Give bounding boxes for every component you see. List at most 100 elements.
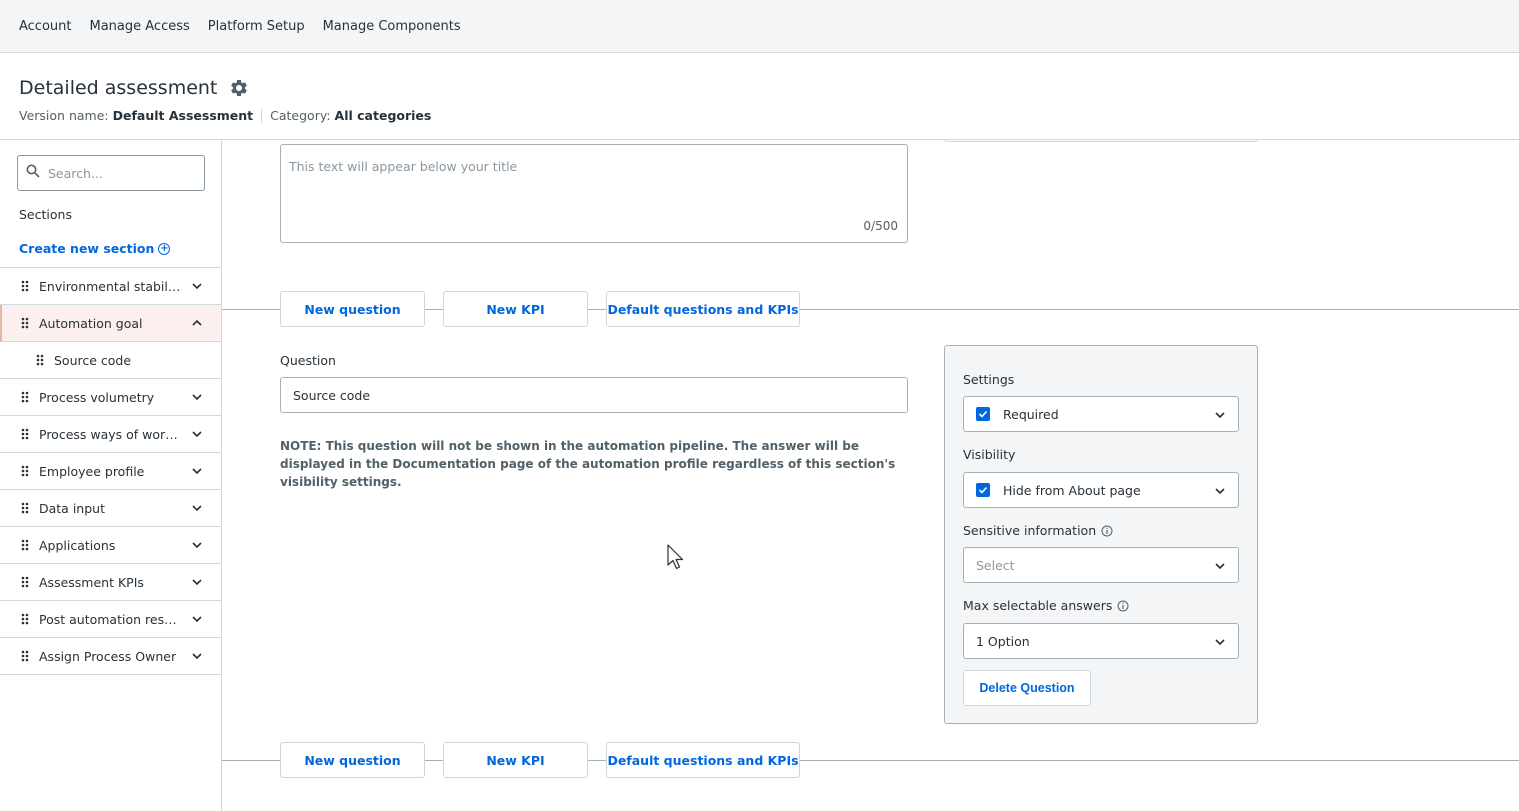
category-value: All categories xyxy=(334,108,432,123)
chevron-down-icon[interactable] xyxy=(191,539,203,551)
category-label: Category: xyxy=(270,108,331,123)
visibility-dropdown[interactable]: Hide from About page xyxy=(963,472,1239,508)
drag-handle-icon[interactable] xyxy=(21,502,29,514)
section-label: Assessment KPIs xyxy=(39,574,144,590)
nav-manage-access[interactable]: Manage Access xyxy=(90,19,190,34)
drag-handle-icon[interactable] xyxy=(21,465,29,477)
required-label: Required xyxy=(1003,406,1059,422)
sensitive-info-placeholder: Select xyxy=(976,557,1015,573)
sections-sidebar: Sections Create new section + Environmen… xyxy=(0,140,222,811)
nav-platform-setup[interactable]: Platform Setup xyxy=(208,19,305,34)
page-title: Detailed assessment xyxy=(19,77,218,99)
drag-handle-icon[interactable] xyxy=(21,613,29,625)
section-item-assign-process-owner[interactable]: Assign Process Owner xyxy=(0,638,221,675)
chevron-up-icon[interactable] xyxy=(191,317,203,329)
checkbox-checked-icon[interactable] xyxy=(976,483,990,497)
meta-divider xyxy=(261,108,263,123)
chevron-down-icon[interactable] xyxy=(191,502,203,514)
sensitive-info-dropdown[interactable]: Select xyxy=(963,547,1239,583)
section-item-applications[interactable]: Applications xyxy=(0,527,221,564)
page-title-row: Detailed assessment xyxy=(19,77,249,99)
chevron-down-icon[interactable] xyxy=(191,576,203,588)
top-navigation: Account Manage Access Platform Setup Man… xyxy=(0,0,1519,53)
drag-handle-icon[interactable] xyxy=(21,317,29,329)
section-label: Assign Process Owner xyxy=(39,648,177,664)
section-label: Environmental stability xyxy=(39,278,181,294)
chevron-down-icon[interactable] xyxy=(191,613,203,625)
meta-row: Version name: Default Assessment Categor… xyxy=(19,108,431,123)
max-answers-dropdown[interactable]: 1 Option xyxy=(963,623,1239,659)
chevron-down-icon[interactable] xyxy=(191,280,203,292)
chevron-down-icon xyxy=(1215,563,1225,570)
drag-handle-icon[interactable] xyxy=(21,280,29,292)
chevron-down-icon xyxy=(1215,488,1225,495)
new-question-button[interactable]: New question xyxy=(280,291,425,327)
sections-label: Sections xyxy=(19,207,72,222)
description-textarea[interactable]: This text will appear below your title 0… xyxy=(280,144,908,243)
new-kpi-button[interactable]: New KPI xyxy=(443,742,588,778)
drag-handle-icon[interactable] xyxy=(21,391,29,403)
sensitive-info-label-row: Sensitive information xyxy=(963,523,1113,538)
question-input[interactable]: Source code xyxy=(280,377,908,413)
default-questions-button[interactable]: Default questions and KPIs xyxy=(606,291,800,327)
section-item-process-ways-of-working[interactable]: Process ways of worki... xyxy=(0,416,221,453)
new-question-button[interactable]: New question xyxy=(280,742,425,778)
section-item-process-volumetry[interactable]: Process volumetry xyxy=(0,379,221,416)
question-note: NOTE: This question will not be shown in… xyxy=(280,439,896,489)
add-actions-row-bottom: New question New KPI Default questions a… xyxy=(222,742,1519,778)
default-questions-button[interactable]: Default questions and KPIs xyxy=(606,742,800,778)
character-count: 0/500 xyxy=(863,219,898,233)
chevron-down-icon[interactable] xyxy=(191,650,203,662)
question-label: Question xyxy=(280,353,336,368)
section-label: Process volumetry xyxy=(39,389,155,405)
nav-manage-components[interactable]: Manage Components xyxy=(323,19,461,34)
gear-icon[interactable] xyxy=(229,78,249,98)
search-box[interactable] xyxy=(17,155,205,191)
required-dropdown[interactable]: Required xyxy=(963,396,1239,432)
drag-handle-icon[interactable] xyxy=(21,650,29,662)
section-item-post-automation-results[interactable]: Post automation results xyxy=(0,601,221,638)
settings-label: Settings xyxy=(963,372,1015,387)
nav-account[interactable]: Account xyxy=(19,19,72,34)
info-icon[interactable] xyxy=(1101,525,1113,537)
checkbox-checked-icon[interactable] xyxy=(976,407,990,421)
mouse-cursor-icon xyxy=(667,544,684,570)
section-item-automation-goal[interactable]: Automation goal xyxy=(0,305,221,342)
page-header: Detailed assessment Version name: Defaul… xyxy=(0,53,1519,140)
search-input[interactable] xyxy=(48,165,188,181)
add-circle-icon: + xyxy=(158,242,171,255)
section-label: Process ways of worki... xyxy=(39,426,181,442)
chevron-down-icon[interactable] xyxy=(191,391,203,403)
drag-handle-icon[interactable] xyxy=(21,576,29,588)
section-item-data-input[interactable]: Data input xyxy=(0,490,221,527)
description-placeholder: This text will appear below your title xyxy=(289,159,518,174)
version-label: Version name: xyxy=(19,108,109,123)
drag-handle-icon[interactable] xyxy=(21,428,29,440)
chevron-down-icon xyxy=(1215,639,1225,646)
add-actions-row-top: New question New KPI Default questions a… xyxy=(222,291,1519,327)
create-section-link[interactable]: Create new section + xyxy=(19,241,171,256)
drag-handle-icon[interactable] xyxy=(36,354,44,366)
sensitive-info-label: Sensitive information xyxy=(963,523,1097,538)
drag-handle-icon[interactable] xyxy=(21,539,29,551)
question-settings-panel: Settings Required Visibility Hide from A… xyxy=(944,345,1258,724)
section-subitem-source-code[interactable]: Source code xyxy=(0,342,221,379)
previous-field-edge xyxy=(944,140,1258,142)
section-label: Automation goal xyxy=(39,315,143,331)
section-item-assessment-kpis[interactable]: Assessment KPIs xyxy=(0,564,221,601)
new-kpi-button[interactable]: New KPI xyxy=(443,291,588,327)
max-answers-value: 1 Option xyxy=(976,633,1030,649)
section-label: Applications xyxy=(39,537,116,553)
search-icon xyxy=(26,164,40,182)
section-item-environmental-stability[interactable]: Environmental stability xyxy=(0,268,221,305)
delete-question-button[interactable]: Delete Question xyxy=(963,670,1091,706)
hide-from-about-label: Hide from About page xyxy=(1003,482,1141,498)
create-section-label: Create new section xyxy=(19,241,155,256)
section-item-employee-profile[interactable]: Employee profile xyxy=(0,453,221,490)
chevron-down-icon[interactable] xyxy=(191,465,203,477)
chevron-down-icon[interactable] xyxy=(191,428,203,440)
max-answers-label-row: Max selectable answers xyxy=(963,598,1129,613)
visibility-label: Visibility xyxy=(963,447,1016,462)
info-icon[interactable] xyxy=(1117,600,1129,612)
chevron-down-icon xyxy=(1215,412,1225,419)
